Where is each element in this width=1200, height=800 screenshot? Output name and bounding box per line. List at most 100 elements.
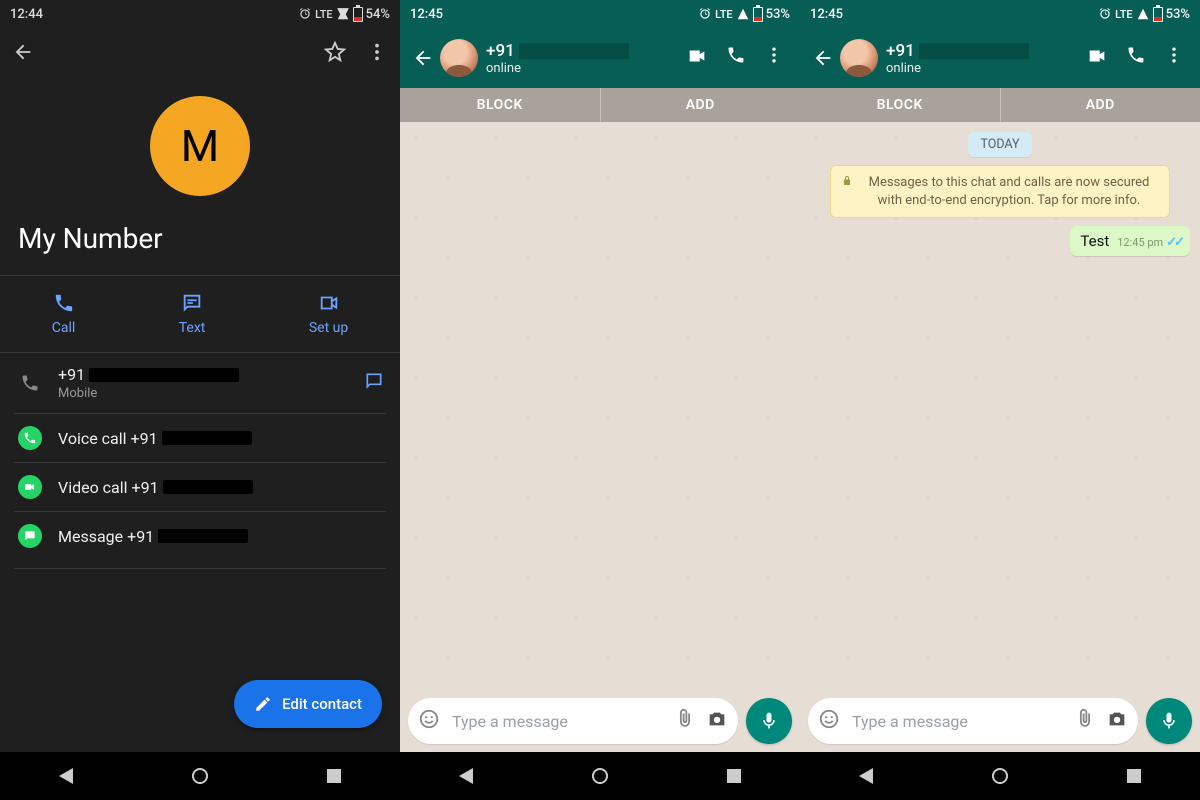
block-add-bar: BLOCK ADD [800,88,1200,122]
emoji-button[interactable] [418,708,440,734]
message-icon-button[interactable] [364,371,384,395]
title-prefix: +91 [886,41,915,61]
chat-title[interactable]: +91 online [886,41,1086,76]
wa-video-label: Video call +91 [58,478,159,497]
read-ticks-icon: ✓✓ [1166,235,1182,250]
more-button[interactable] [1164,45,1184,71]
mic-button[interactable] [1146,698,1192,744]
call-action[interactable]: Call [52,292,76,336]
status-time: 12:44 [10,7,43,22]
date-pill: TODAY [968,132,1031,157]
message-input-box[interactable] [408,698,738,744]
text-action[interactable]: Text [179,292,206,336]
setup-label: Set up [309,320,348,336]
video-call-button[interactable] [686,45,708,71]
alarm-icon [298,7,312,21]
battery-icon [753,7,763,22]
add-button[interactable]: ADD [1001,88,1200,122]
phone-icon [16,373,44,393]
nav-back[interactable] [859,768,873,784]
message-input-box[interactable] [808,698,1138,744]
nav-recent[interactable] [327,769,341,783]
nav-recent[interactable] [1127,769,1141,783]
redacted-number [919,43,1029,59]
whatsapp-icon [18,426,42,450]
status-battery: 53% [766,7,790,22]
add-button[interactable]: ADD [601,88,801,122]
nav-bar [400,752,800,800]
message-input[interactable] [850,712,1064,731]
status-time: 12:45 [810,7,843,22]
back-button[interactable] [12,41,34,63]
nav-recent[interactable] [727,769,741,783]
chat-area[interactable] [400,122,800,692]
phone-row[interactable]: +91 Mobile [14,353,386,413]
nav-home[interactable] [992,768,1008,784]
contact-avatar[interactable] [840,39,878,77]
nav-back[interactable] [459,768,473,784]
attach-button[interactable] [674,708,696,734]
back-button[interactable] [408,43,438,73]
more-button[interactable] [366,41,388,63]
contact-actions: Call Text Set up [0,276,400,352]
signal-icon [1136,7,1150,21]
wa-message-label: Message +91 [58,527,154,546]
divider [14,568,386,569]
contact-avatar[interactable]: M [150,96,250,196]
composer [400,692,800,752]
status-bar: 12:45 LTE 53% [800,0,1200,28]
wa-voice-row[interactable]: Voice call +91 [14,413,386,462]
mic-button[interactable] [746,698,792,744]
message-input[interactable] [450,712,664,731]
edit-contact-button[interactable]: Edit contact [234,680,382,728]
wa-voice-label: Voice call +91 [58,429,158,448]
nav-home[interactable] [592,768,608,784]
fab-label: Edit contact [282,695,362,713]
status-bar: 12:44 LTE 54% [0,0,400,28]
nav-bar [0,752,400,800]
encryption-notice[interactable]: Messages to this chat and calls are now … [830,165,1170,218]
contact-panel: 12:44 LTE 54% M My Number Call Text S [0,0,400,800]
pencil-icon [254,695,272,713]
attach-button[interactable] [1074,708,1096,734]
nav-home[interactable] [192,768,208,784]
voice-call-button[interactable] [726,45,746,71]
status-battery: 54% [366,7,390,22]
encryption-text: Messages to this chat and calls are now … [859,174,1159,209]
nav-back[interactable] [59,768,73,784]
chat-title[interactable]: +91 online [486,41,686,76]
composer [800,692,1200,752]
wa-video-row[interactable]: Video call +91 [14,462,386,511]
video-call-button[interactable] [1086,45,1108,71]
chat-area[interactable]: TODAY Messages to this chat and calls ar… [800,122,1200,692]
status-bar: 12:45 LTE 53% [400,0,800,28]
chat-header: +91 online [400,28,800,88]
signal-icon [736,7,750,21]
camera-button[interactable] [1106,708,1128,734]
block-button[interactable]: BLOCK [400,88,600,122]
whatsapp-icon [18,475,42,499]
alarm-icon [1098,7,1112,21]
whatsapp-panel-message: 12:45 LTE 53% +91 online BLOCK ADD TODAY [800,0,1200,800]
contact-avatar-wrap: M [0,76,400,206]
more-button[interactable] [764,45,784,71]
back-button[interactable] [808,43,838,73]
redacted-number [519,43,629,59]
setup-action[interactable]: Set up [309,292,348,336]
phone-type: Mobile [58,386,350,401]
emoji-button[interactable] [818,708,840,734]
message-time: 12:45 pm [1117,236,1163,249]
video-icon [318,292,340,314]
contact-avatar[interactable] [440,39,478,77]
signal-icon [336,7,350,21]
text-label: Text [179,320,206,336]
block-button[interactable]: BLOCK [800,88,1000,122]
block-add-bar: BLOCK ADD [400,88,800,122]
message-bubble[interactable]: Test 12:45 pm ✓✓ [1070,226,1190,256]
star-button[interactable] [324,41,346,63]
wa-message-row[interactable]: Message +91 [14,511,386,560]
voice-call-button[interactable] [1126,45,1146,71]
battery-icon [353,7,363,22]
camera-button[interactable] [706,708,728,734]
title-prefix: +91 [486,41,515,61]
